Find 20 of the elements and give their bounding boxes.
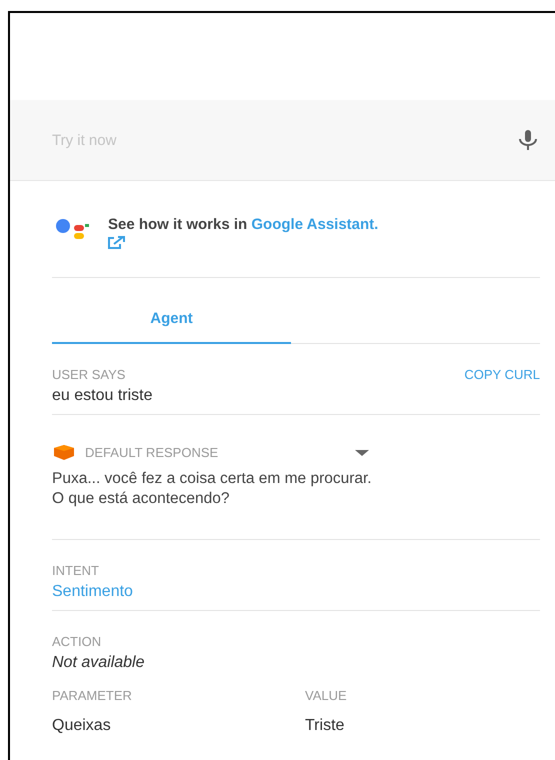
tab[interactable]: Agent: [52, 298, 291, 344]
cube-icon: [52, 444, 76, 461]
field-label: USER SAYS: [52, 367, 126, 382]
copy-curl-button[interactable]: COPY CURL: [464, 367, 540, 382]
response-label: DEFAULT RESPONSE: [85, 445, 220, 460]
user-query-text: eu estou triste: [52, 387, 154, 405]
table-cell-text: Queixas: [52, 717, 112, 735]
field-label: ACTION: [52, 634, 102, 649]
response-text: Puxa... você fez a coisa certa em me procurar. O que está acontecendo?: [52, 469, 373, 509]
column-header: VALUE: [305, 688, 348, 703]
table-cell-text: Triste: [305, 717, 346, 735]
promo-text: See how it works in Google Assistant.: [108, 215, 378, 255]
microphone-icon[interactable]: [516, 130, 540, 150]
dropdown-caret-icon[interactable]: [355, 450, 369, 456]
external-link-icon[interactable]: [108, 236, 125, 249]
action-value: Not available: [52, 654, 146, 672]
column-header: PARAMETER: [52, 688, 133, 703]
intent-link[interactable]: Sentimento: [52, 583, 540, 601]
assistant-link[interactable]: Google Assistant.: [251, 216, 378, 233]
field-label: INTENT: [52, 563, 100, 578]
